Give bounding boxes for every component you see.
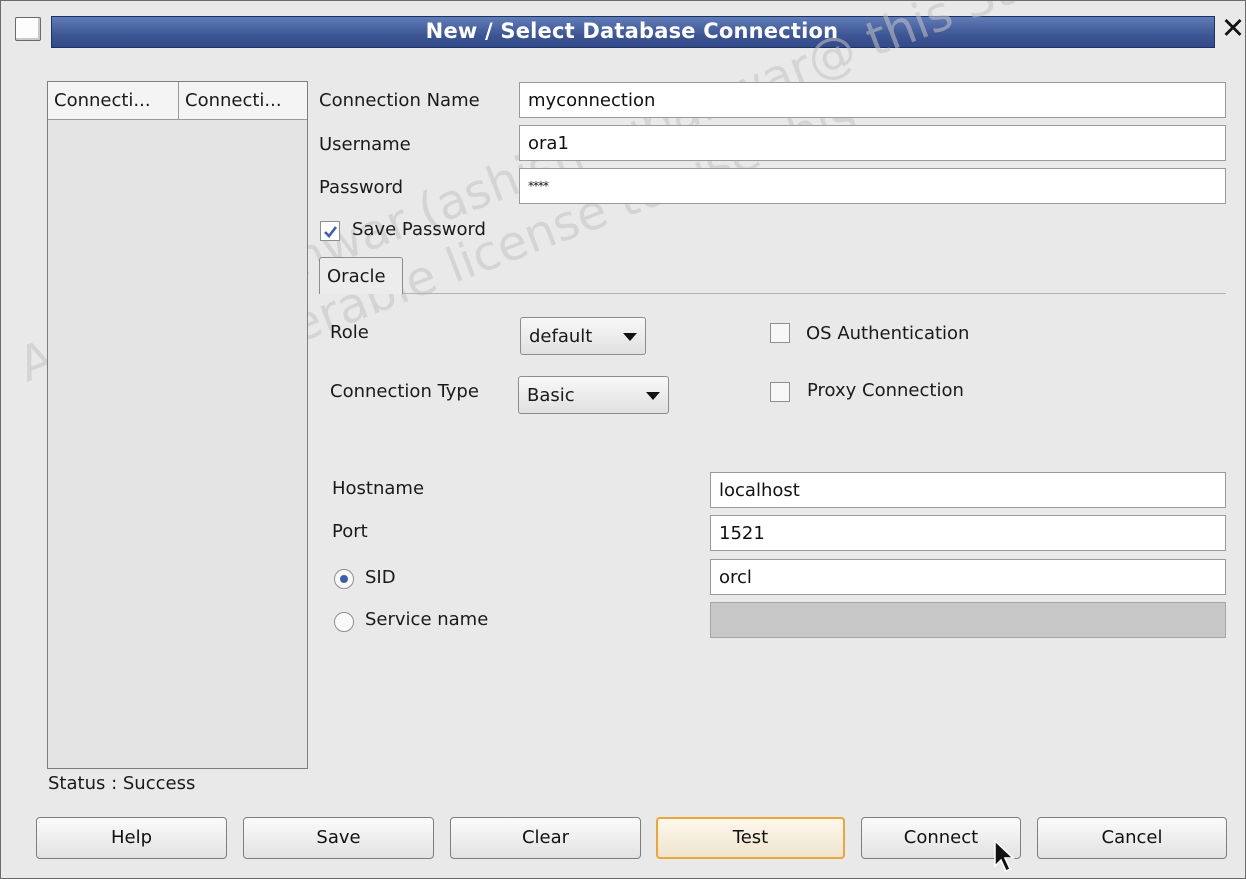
- tab-strip-divider: [319, 293, 1226, 294]
- check-icon: [324, 226, 338, 238]
- password-label: Password: [319, 177, 404, 198]
- sid-label: SID: [365, 567, 396, 588]
- service-name-radio[interactable]: [334, 612, 354, 632]
- service-name-label: Service name: [365, 609, 489, 630]
- role-label: Role: [330, 322, 369, 343]
- window-title: New / Select Database Connection: [425, 19, 839, 43]
- password-input[interactable]: [519, 168, 1226, 204]
- chevron-down-icon: [623, 333, 637, 341]
- role-dropdown[interactable]: default: [520, 317, 646, 355]
- close-icon[interactable]: ✕: [1219, 13, 1245, 43]
- connections-column-header-details[interactable]: Connecti...: [179, 82, 307, 120]
- proxy-connection-checkbox[interactable]: [770, 382, 790, 402]
- clear-button[interactable]: Clear: [450, 817, 641, 859]
- database-connection-dialog: New / Select Database Connection ✕ Ashis…: [0, 0, 1246, 879]
- help-button[interactable]: Help: [36, 817, 227, 859]
- connection-name-input[interactable]: [519, 82, 1226, 118]
- connection-type-dropdown[interactable]: Basic: [518, 376, 669, 414]
- os-authentication-checkbox[interactable]: [770, 323, 790, 343]
- save-password-checkbox[interactable]: [320, 221, 340, 241]
- port-label: Port: [332, 521, 368, 542]
- connections-list[interactable]: Connecti... Connecti...: [47, 81, 308, 769]
- role-value: default: [529, 326, 593, 347]
- radio-selected-dot: [340, 575, 348, 583]
- status-text: Status : Success: [48, 773, 196, 794]
- tab-oracle[interactable]: Oracle: [319, 257, 403, 294]
- mouse-pointer-icon: [994, 839, 1015, 873]
- hostname-label: Hostname: [332, 478, 425, 499]
- connection-type-value: Basic: [527, 385, 575, 406]
- os-authentication-label: OS Authentication: [806, 323, 970, 344]
- chevron-down-icon: [646, 392, 660, 400]
- username-input[interactable]: [519, 125, 1226, 161]
- cancel-button[interactable]: Cancel: [1037, 817, 1227, 859]
- save-button[interactable]: Save: [243, 817, 434, 859]
- hostname-input[interactable]: [710, 472, 1226, 508]
- username-label: Username: [319, 134, 411, 155]
- connection-name-label: Connection Name: [319, 90, 480, 111]
- port-input[interactable]: [710, 515, 1226, 551]
- save-password-label: Save Password: [352, 219, 486, 240]
- connections-column-header-name[interactable]: Connecti...: [48, 82, 179, 120]
- sid-radio[interactable]: [334, 569, 354, 589]
- service-name-input[interactable]: [710, 602, 1226, 638]
- proxy-connection-label: Proxy Connection: [807, 380, 964, 401]
- title-bar: New / Select Database Connection ✕: [1, 1, 1245, 49]
- sid-input[interactable]: [710, 559, 1226, 595]
- connection-type-label: Connection Type: [330, 381, 479, 402]
- test-button[interactable]: Test: [656, 817, 845, 859]
- window-menu-icon[interactable]: [15, 17, 41, 41]
